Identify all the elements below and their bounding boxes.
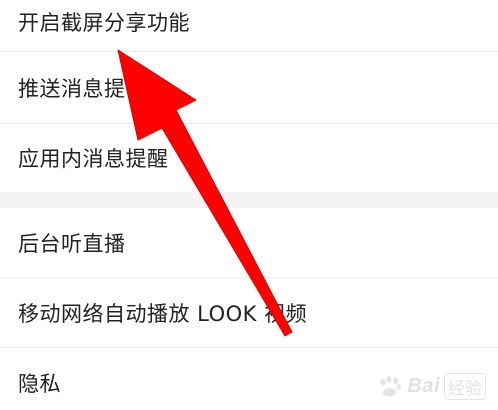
settings-list: 开启截屏分享功能 推送消息提 应用内消息提醒 后台听直播 移动网络自动播放 LO… <box>0 0 498 410</box>
setting-label: 推送消息提 <box>18 77 126 101</box>
setting-row-screenshot-share[interactable]: 开启截屏分享功能 <box>0 0 498 52</box>
watermark-suffix: 经验 <box>444 373 486 400</box>
setting-row-autoplay-look-video[interactable]: 移动网络自动播放 LOOK 视频 <box>0 278 498 348</box>
setting-row-push-notifications[interactable]: 推送消息提 <box>0 52 498 124</box>
settings-group-notifications: 开启截屏分享功能 推送消息提 应用内消息提醒 <box>0 0 498 192</box>
setting-row-background-live[interactable]: 后台听直播 <box>0 208 498 278</box>
watermark-brand: Bai <box>407 375 440 397</box>
setting-label: 应用内消息提醒 <box>18 147 169 171</box>
setting-label: 后台听直播 <box>18 232 126 256</box>
group-separator <box>0 192 498 208</box>
paw-logo-icon <box>380 375 402 396</box>
setting-label: 隐私 <box>18 372 61 396</box>
setting-label: 开启截屏分享功能 <box>18 11 190 35</box>
setting-row-in-app-notifications[interactable]: 应用内消息提醒 <box>0 124 498 192</box>
watermark: Bai 经验 <box>377 373 486 400</box>
setting-label: 移动网络自动播放 LOOK 视频 <box>18 302 308 326</box>
